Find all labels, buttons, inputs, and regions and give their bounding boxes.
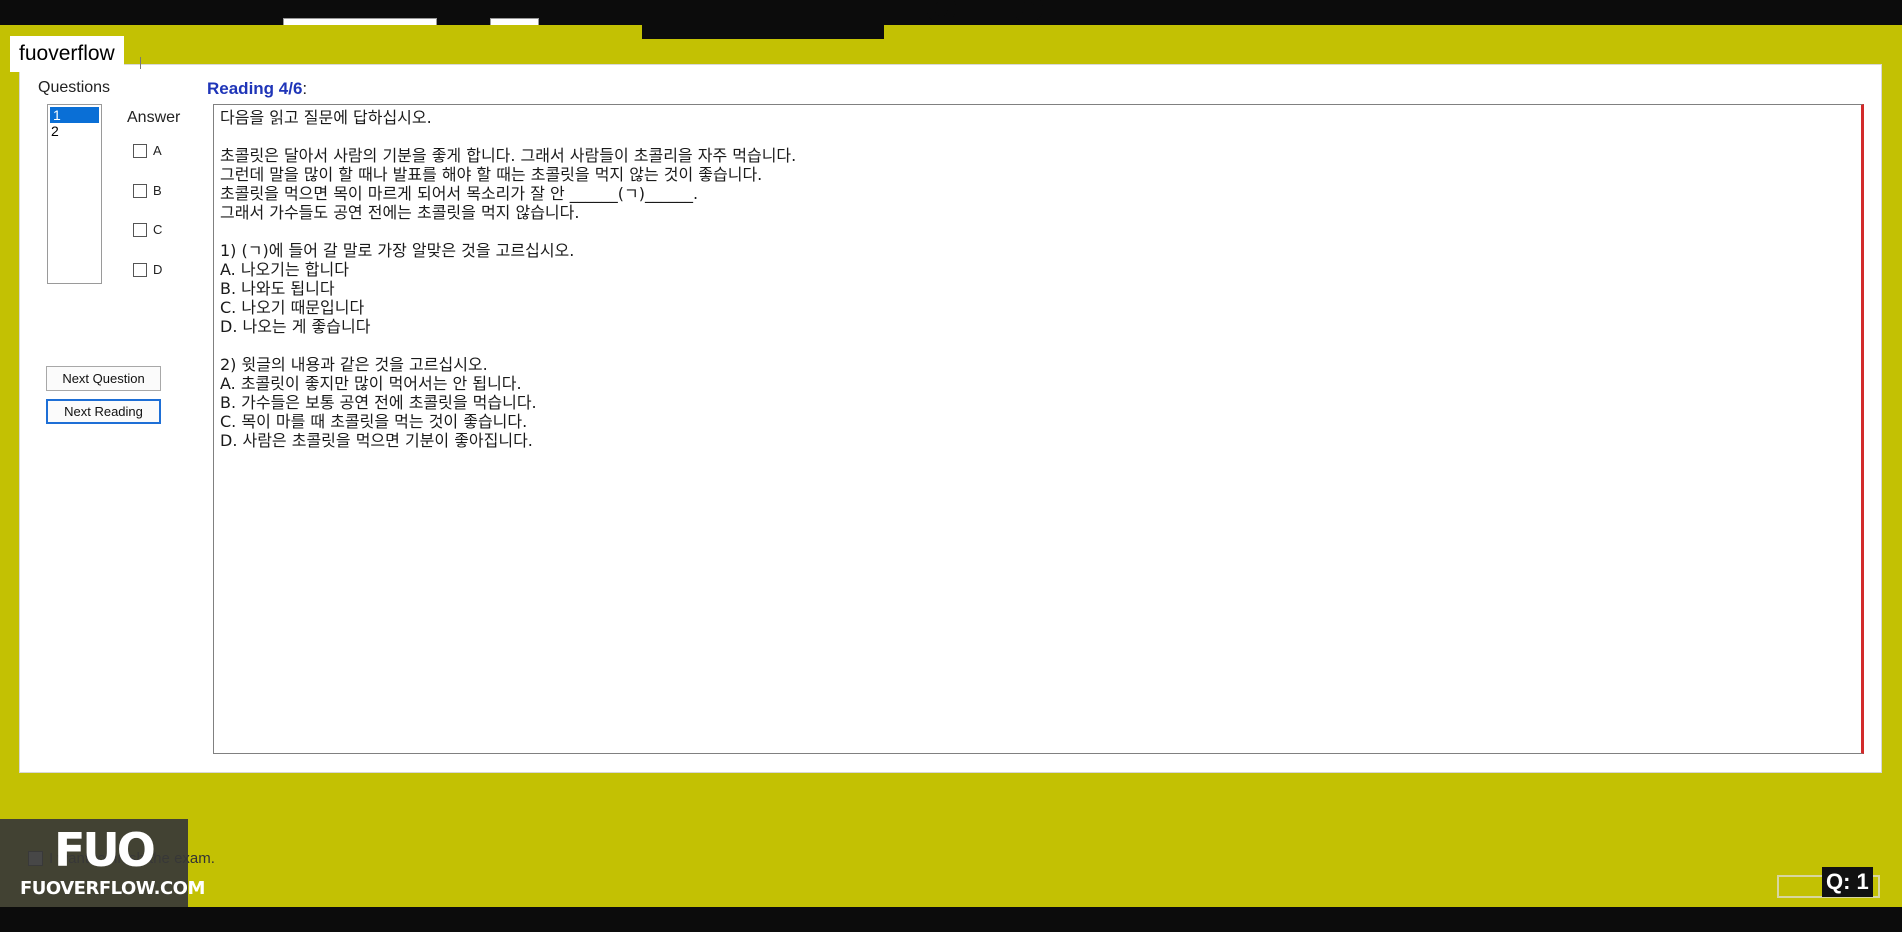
timer-box: [642, 0, 884, 39]
option-label-a: A: [153, 143, 162, 158]
option-label-d: D: [153, 262, 163, 277]
reading-line: 1) (ㄱ)에 들어 갈 말로 가장 알맞은 것을 고르십시오.: [220, 241, 575, 260]
answer-option-a[interactable]: A: [133, 143, 162, 158]
text-cursor: [140, 57, 141, 69]
answer-label: Answer: [127, 109, 181, 126]
answer-option-c[interactable]: C: [133, 222, 162, 237]
watermark-label: fuoverflow: [10, 36, 124, 72]
checkbox-d[interactable]: [133, 262, 147, 277]
logo-text: FUOVERFLOW.COM: [20, 878, 205, 899]
reading-line: [220, 127, 1855, 146]
reading-title-colon: :: [302, 79, 308, 98]
top-small-input-field[interactable]: [490, 18, 539, 25]
logo-mark: FUO: [54, 823, 156, 877]
reading-line: 초콜릿을 먹으면 목이 마르게 되어서 목소리가 잘 안 ______(ㄱ)__…: [220, 184, 699, 203]
question-list[interactable]: 1 2: [47, 104, 102, 284]
question-indicator: Q: 1: [1822, 867, 1873, 897]
reading-text-area[interactable]: 다음을 읽고 질문에 답하십시오. 초콜릿은 달아서 사람의 기분을 좋게 합니…: [213, 104, 1864, 754]
reading-title: Reading 4/6:: [207, 79, 307, 99]
reading-line: C. 목이 마를 때 초콜릿을 먹는 것이 좋습니다.: [220, 412, 528, 431]
next-question-button[interactable]: Next Question: [46, 366, 161, 391]
reading-line: 2) 윗글의 내용과 같은 것을 고르십시오.: [220, 355, 488, 374]
reading-title-text: Reading 4/6: [207, 79, 303, 98]
timer-display: 15:15: [892, 0, 1046, 35]
reading-line: 그래서 가수들도 공연 전에는 초콜릿을 먹지 않습니다.: [220, 203, 580, 222]
reading-line: D. 나오는 게 좋습니다: [220, 317, 371, 336]
reading-line: B. 가수들은 보통 공연 전에 초콜릿을 먹습니다.: [220, 393, 537, 412]
reading-line: A. 초콜릿이 좋지만 많이 먹어서는 안 됩니다.: [220, 374, 522, 393]
question-item-1[interactable]: 1: [50, 107, 99, 123]
top-input-field[interactable]: [283, 18, 437, 25]
reading-line: B. 나와도 됩니다: [220, 279, 335, 298]
reading-line: 다음을 읽고 질문에 답하십시오.: [220, 108, 432, 127]
checkbox-c[interactable]: [133, 222, 147, 237]
option-label-b: B: [153, 183, 162, 198]
reading-line: A. 나오기는 합니다: [220, 260, 349, 279]
answer-option-b[interactable]: B: [133, 183, 162, 198]
checkbox-b[interactable]: [133, 183, 147, 198]
reading-line: 그런데 말을 많이 할 때나 발표를 해야 할 때는 초콜릿을 먹지 않는 것이…: [220, 165, 763, 184]
reading-line: C. 나오기 때문입니다: [220, 298, 365, 317]
option-label-c: C: [153, 222, 163, 237]
question-item-2[interactable]: 2: [48, 123, 101, 139]
reading-line: [220, 222, 1855, 241]
reading-line: [220, 336, 1855, 355]
reading-line: D. 사람은 초콜릿을 먹으면 기분이 좋아집니다.: [220, 431, 533, 450]
bottom-bar: [0, 907, 1902, 932]
checkbox-a[interactable]: [133, 143, 147, 158]
questions-label: Questions: [38, 79, 111, 96]
watermark-logo: FUO FUOVERFLOW.COM: [0, 819, 205, 907]
answer-option-d[interactable]: D: [133, 262, 162, 277]
next-reading-button[interactable]: Next Reading: [46, 399, 161, 424]
reading-line: 초콜릿은 달아서 사람의 기분을 좋게 합니다. 그래서 사람들이 초콜리을 자…: [220, 146, 797, 165]
